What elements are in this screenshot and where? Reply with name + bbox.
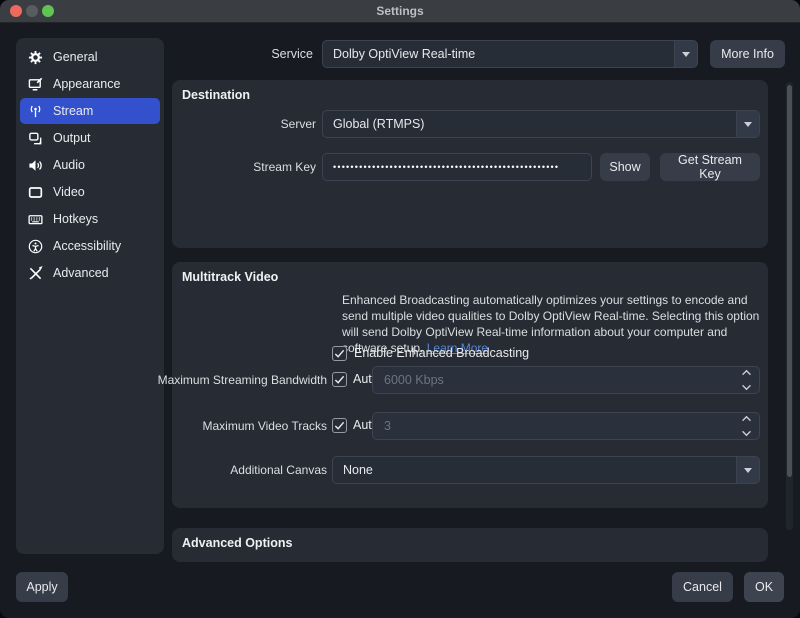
enable-enhanced-broadcasting-checkbox[interactable] bbox=[332, 346, 347, 361]
service-value: Dolby OptiView Real-time bbox=[323, 41, 674, 67]
sidebar-item-hotkeys[interactable]: Hotkeys bbox=[20, 206, 160, 232]
bandwidth-auto-checkbox[interactable] bbox=[332, 372, 347, 387]
settings-window: Settings General Appearance Stream Outp bbox=[0, 0, 800, 618]
chevron-down-icon bbox=[744, 122, 752, 127]
spin-down-icon[interactable] bbox=[741, 430, 752, 437]
monitor-icon bbox=[27, 184, 43, 200]
stream-key-input[interactable]: ••••••••••••••••••••••••••••••••••••••••… bbox=[322, 153, 592, 181]
sidebar-item-label: Accessibility bbox=[53, 239, 121, 253]
apply-button[interactable]: Apply bbox=[16, 572, 68, 602]
server-select[interactable]: Global (RTMPS) bbox=[322, 110, 760, 138]
sidebar-item-audio[interactable]: Audio bbox=[20, 152, 160, 178]
max-tracks-label: Maximum Video Tracks bbox=[203, 419, 327, 433]
stream-key-label: Stream Key bbox=[253, 160, 316, 174]
additional-canvas-select[interactable]: None bbox=[332, 456, 760, 484]
bandwidth-spinbox[interactable]: 6000 Kbps bbox=[372, 366, 760, 394]
get-stream-key-button[interactable]: Get Stream Key bbox=[660, 153, 760, 181]
spin-down-icon[interactable] bbox=[741, 384, 752, 391]
bandwidth-value: 6000 Kbps bbox=[373, 367, 759, 393]
sidebar-item-stream[interactable]: Stream bbox=[20, 98, 160, 124]
sidebar-item-accessibility[interactable]: Accessibility bbox=[20, 233, 160, 259]
spinner-arrows bbox=[740, 369, 752, 391]
scrollbar-thumb[interactable] bbox=[787, 85, 792, 477]
titlebar: Settings bbox=[0, 0, 800, 23]
sidebar-item-label: Output bbox=[53, 131, 91, 145]
gear-icon bbox=[27, 49, 43, 65]
dropdown-caret bbox=[736, 457, 759, 483]
sidebar-item-label: General bbox=[53, 50, 97, 64]
destination-header: Destination bbox=[182, 88, 250, 102]
chevron-down-icon bbox=[744, 468, 752, 473]
sidebar-item-label: Video bbox=[53, 185, 85, 199]
server-label: Server bbox=[281, 117, 316, 131]
antenna-icon bbox=[27, 103, 43, 119]
advanced-options-section: Advanced Options bbox=[172, 528, 768, 562]
sidebar-item-advanced[interactable]: Advanced bbox=[20, 260, 160, 286]
sidebar-item-label: Audio bbox=[53, 158, 85, 172]
tools-icon bbox=[27, 265, 43, 281]
sidebar-item-label: Appearance bbox=[53, 77, 120, 91]
max-bandwidth-label: Maximum Streaming Bandwidth bbox=[158, 373, 327, 387]
dropdown-caret bbox=[674, 41, 697, 67]
chevron-down-icon bbox=[682, 52, 690, 57]
service-select[interactable]: Dolby OptiView Real-time bbox=[322, 40, 698, 68]
sidebar-item-video[interactable]: Video bbox=[20, 179, 160, 205]
sidebar-item-appearance[interactable]: Appearance bbox=[20, 71, 160, 97]
sidebar-item-label: Stream bbox=[53, 104, 93, 118]
accessibility-icon bbox=[27, 238, 43, 254]
service-label: Service bbox=[271, 47, 313, 61]
multitrack-header: Multitrack Video bbox=[182, 270, 278, 284]
dropdown-caret bbox=[736, 111, 759, 137]
window-title: Settings bbox=[0, 0, 800, 22]
multitrack-section: Multitrack Video Enhanced Broadcasting a… bbox=[172, 262, 768, 508]
server-value: Global (RTMPS) bbox=[323, 111, 736, 137]
destination-section: Destination Server Global (RTMPS) Stream… bbox=[172, 80, 768, 248]
ok-button[interactable]: OK bbox=[744, 572, 784, 602]
advanced-options-header: Advanced Options bbox=[182, 536, 292, 550]
tracks-value: 3 bbox=[373, 413, 759, 439]
tracks-spinbox[interactable]: 3 bbox=[372, 412, 760, 440]
sidebar-item-general[interactable]: General bbox=[20, 44, 160, 70]
show-key-button[interactable]: Show bbox=[600, 153, 650, 181]
canvas-value: None bbox=[333, 457, 736, 483]
appearance-icon bbox=[27, 76, 43, 92]
spin-up-icon[interactable] bbox=[741, 369, 752, 376]
spinner-arrows bbox=[740, 415, 752, 437]
sidebar-item-output[interactable]: Output bbox=[20, 125, 160, 151]
more-info-button[interactable]: More Info bbox=[710, 40, 785, 68]
keyboard-icon bbox=[27, 211, 43, 227]
scrollbar bbox=[786, 82, 793, 530]
tracks-auto-checkbox[interactable] bbox=[332, 418, 347, 433]
spin-up-icon[interactable] bbox=[741, 415, 752, 422]
output-icon bbox=[27, 130, 43, 146]
cancel-button[interactable]: Cancel bbox=[672, 572, 733, 602]
sidebar-item-label: Hotkeys bbox=[53, 212, 98, 226]
settings-sidebar: General Appearance Stream Output Audio bbox=[16, 38, 164, 554]
additional-canvas-label: Additional Canvas bbox=[230, 463, 327, 477]
speaker-icon bbox=[27, 157, 43, 173]
sidebar-item-label: Advanced bbox=[53, 266, 109, 280]
enable-enhanced-broadcasting-label: Enable Enhanced Broadcasting bbox=[354, 346, 529, 360]
